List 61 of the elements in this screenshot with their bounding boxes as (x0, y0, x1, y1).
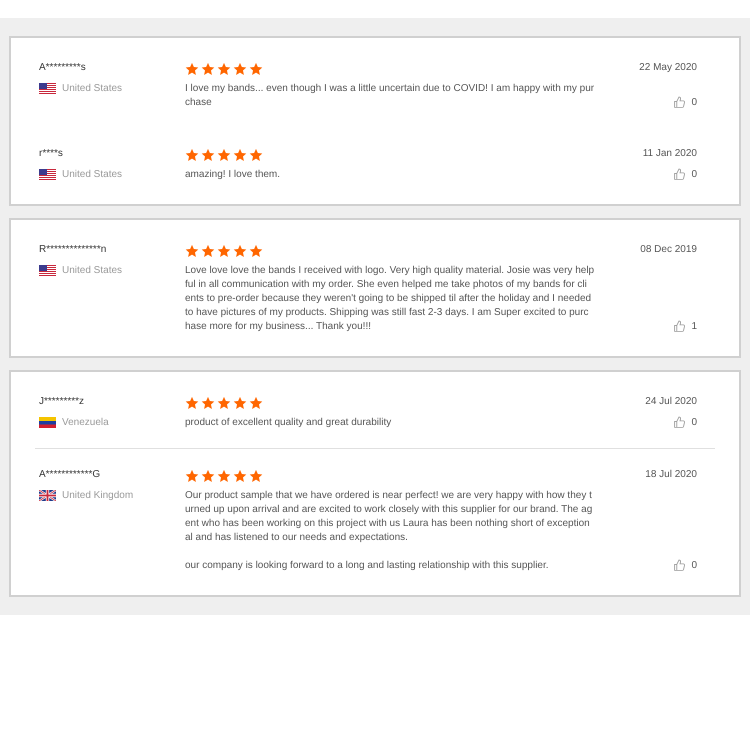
review-date: 08 Dec 2019 (640, 243, 697, 257)
star-icon (201, 469, 215, 483)
review-date: 18 Jul 2020 (645, 468, 697, 482)
star-icon (217, 62, 231, 76)
review-text: Our product sample that we have ordered is near perfect! we are very happy with how they t urned up upon arrival and are excited to work closely with this supplier for our brand. The ag ent who has been working on this project with us Laura has been nothing short of exception al and has listened to our needs and expectations. (185, 489, 594, 545)
reviewer-country: Venezuela (62, 416, 109, 430)
flag-icon (39, 265, 56, 276)
star-icon (217, 244, 231, 258)
star-icon (201, 62, 215, 76)
star-icon (249, 244, 263, 258)
star-icon (249, 62, 263, 76)
review-date: 11 Jan 2020 (642, 147, 697, 161)
star-icon (217, 148, 231, 162)
like-button[interactable]: 0 (673, 415, 697, 430)
reviewer-country: United States (62, 168, 122, 182)
star-icon (201, 396, 215, 410)
review-text: Love love love the bands I received with logo. Very high quality material. Josie was very help ful in all communication with my order. She even helped me take photos of my bands for cli ents to pre-order because they weren't going to be shipped til after the holiday and I needed to have pictures of my products. Shipping was still fast 2-3 days. I am Super excited to purc hase more for my business... Thank you!!! (185, 264, 596, 334)
reviewer-name: A************G (39, 468, 102, 482)
like-button[interactable]: 0 (673, 95, 697, 110)
reviewer-name: J*********z (39, 395, 86, 409)
reviewer-name: A*********s (39, 61, 87, 75)
star-icon (217, 469, 231, 483)
flag-icon (39, 417, 56, 428)
thumbs-up-icon (673, 416, 686, 429)
star-icon (185, 62, 199, 76)
star-icon (233, 148, 247, 162)
reviewer-name: R**************n (39, 243, 108, 257)
reviewer-country: United Kingdom (62, 489, 134, 503)
star-icon (201, 244, 215, 258)
review-text: our company is looking forward to a long and lasting relationship with this supplier. (185, 559, 550, 573)
flag-icon (39, 169, 56, 180)
like-button[interactable]: 0 (673, 167, 697, 182)
star-icon (185, 148, 199, 162)
review-text: amazing! I love them. (185, 168, 282, 182)
star-icon (249, 469, 263, 483)
review-date: 24 Jul 2020 (645, 395, 697, 409)
reviewer-country: United States (62, 264, 122, 278)
thumbs-up-icon (673, 96, 686, 109)
star-icon (201, 148, 215, 162)
star-icon (185, 396, 199, 410)
star-icon (185, 244, 199, 258)
star-icon (217, 396, 231, 410)
reviewer-country: United States (62, 82, 122, 96)
thumbs-up-icon (673, 559, 686, 572)
star-icon (249, 148, 263, 162)
like-button[interactable]: 1 (673, 319, 697, 334)
reviewer-name: r****s (39, 147, 64, 161)
thumbs-up-icon (673, 320, 686, 333)
star-icon (249, 396, 263, 410)
review-text: product of excellent quality and great durability (185, 416, 392, 430)
star-icon (233, 62, 247, 76)
star-icon (185, 469, 199, 483)
thumbs-up-icon (673, 168, 686, 181)
star-icon (233, 244, 247, 258)
like-button[interactable]: 0 (673, 558, 697, 573)
star-icon (233, 469, 247, 483)
star-icon (233, 396, 247, 410)
review-date: 22 May 2020 (639, 61, 697, 75)
flag-icon (39, 83, 56, 94)
flag-icon (39, 490, 56, 501)
review-text: I love my bands... even though I was a little uncertain due to COVID! I am happy with my pur chase (185, 82, 596, 110)
